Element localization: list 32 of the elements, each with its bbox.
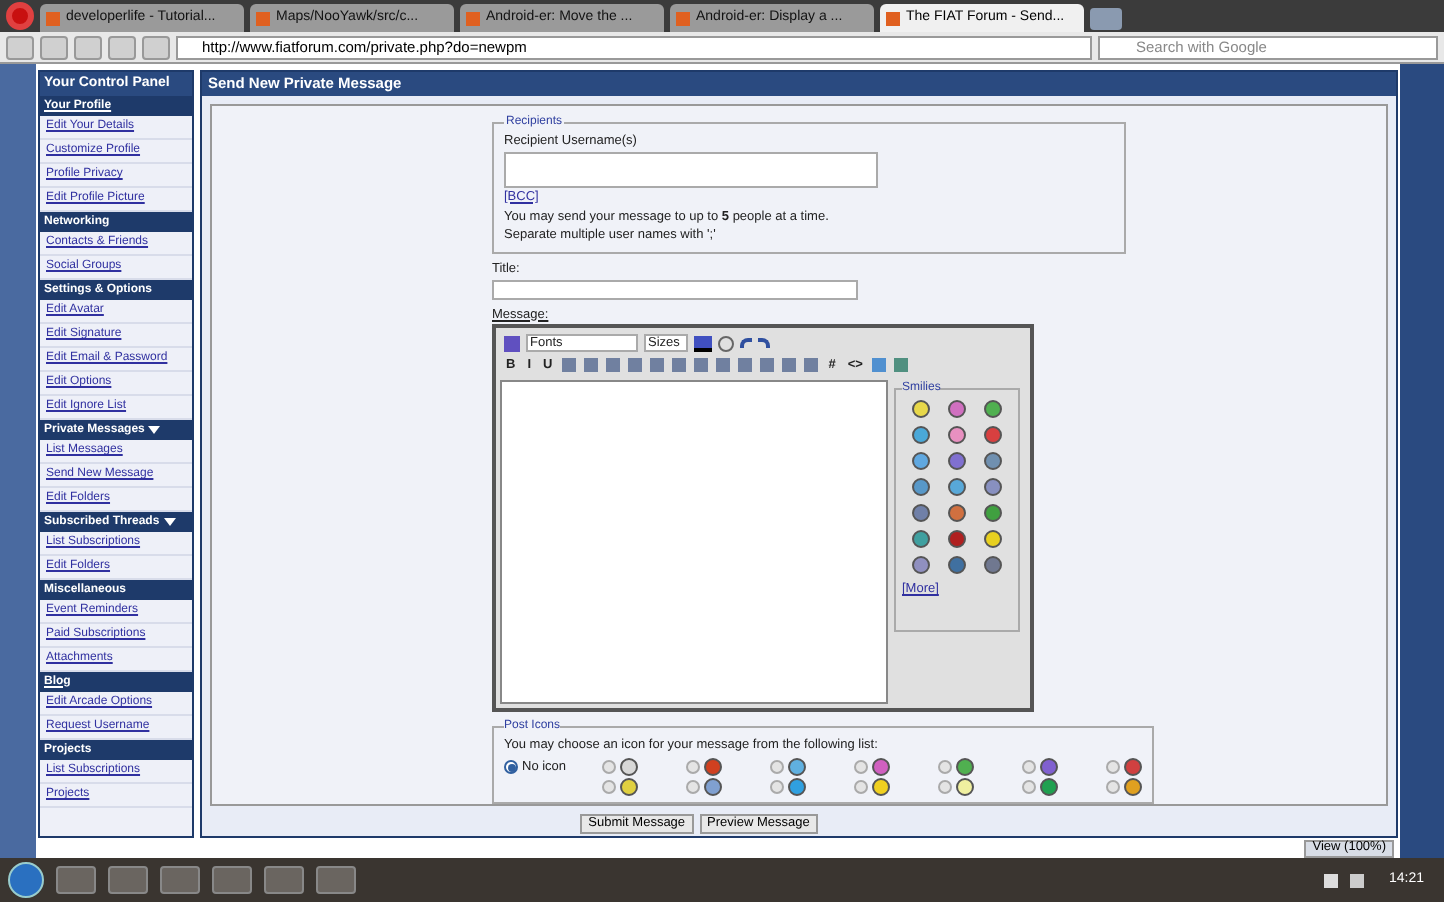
- title-field[interactable]: [492, 279, 858, 300]
- message-textarea[interactable]: [500, 380, 888, 705]
- page-icon: [46, 11, 60, 25]
- text-color-icon[interactable]: [694, 335, 712, 352]
- radio-button[interactable]: [938, 760, 953, 774]
- start-button[interactable]: [8, 862, 44, 898]
- caret-icon[interactable]: [163, 518, 176, 526]
- radio-button[interactable]: [1106, 760, 1121, 774]
- page-icon: [676, 11, 690, 25]
- radio-button[interactable]: [770, 760, 785, 774]
- undo-icon[interactable]: [740, 338, 752, 349]
- page-icon: [886, 11, 900, 25]
- browser-logo-icon[interactable]: [6, 2, 34, 30]
- radio-button[interactable]: [1022, 780, 1037, 794]
- scrollbar[interactable]: [1400, 64, 1444, 858]
- radio-button[interactable]: [504, 760, 518, 775]
- redo-icon[interactable]: [758, 338, 770, 349]
- page-icon: [466, 11, 480, 25]
- radio-button[interactable]: [1106, 780, 1121, 794]
- new-tab-button[interactable]: [1090, 8, 1122, 30]
- radio-button[interactable]: [602, 780, 617, 794]
- radio-button[interactable]: [1022, 760, 1037, 774]
- caret-icon[interactable]: [148, 426, 161, 434]
- recipients-field[interactable]: [504, 151, 878, 188]
- page-icon: [256, 11, 270, 25]
- radio-button[interactable]: [770, 780, 785, 794]
- radio-button[interactable]: [602, 760, 617, 774]
- radio-button[interactable]: [938, 780, 953, 794]
- radio-button[interactable]: [686, 780, 701, 794]
- radio-button[interactable]: [686, 760, 701, 774]
- radio-button[interactable]: [854, 780, 869, 794]
- radio-button[interactable]: [854, 760, 869, 774]
